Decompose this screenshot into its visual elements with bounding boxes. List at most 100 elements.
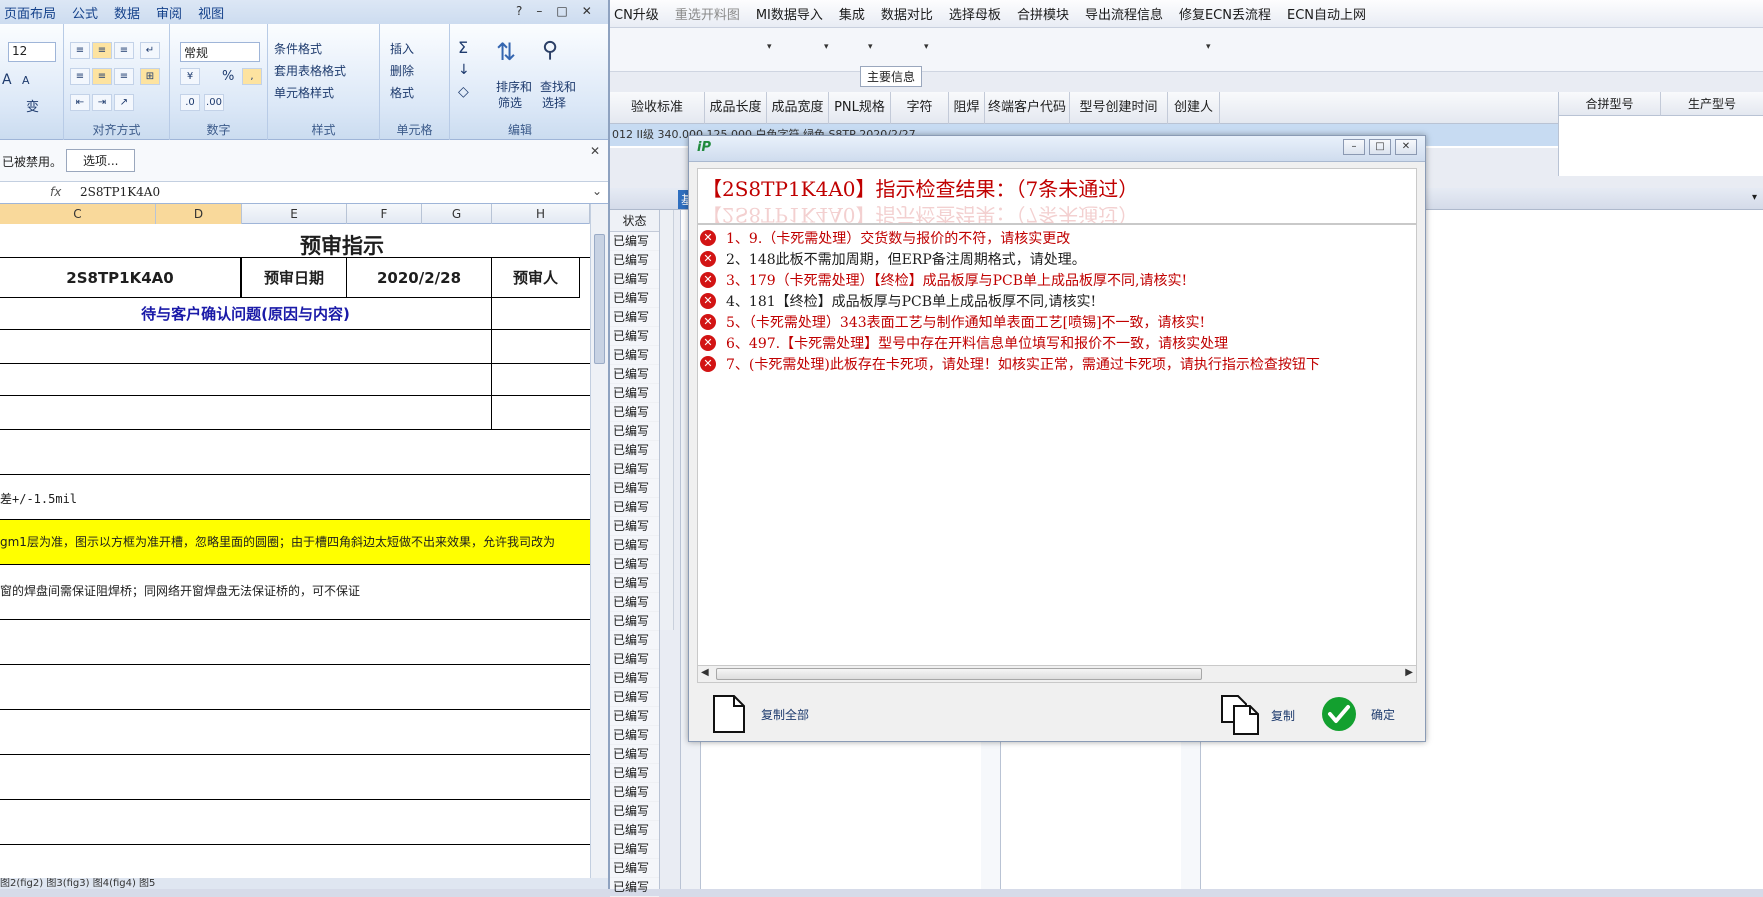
status-item[interactable]: 已编写: [610, 612, 659, 631]
grow-font-icon[interactable]: A: [2, 72, 12, 88]
increase-decimal-icon[interactable]: .0: [180, 94, 200, 111]
chevron-down-icon[interactable]: ▾: [824, 42, 829, 52]
column-header[interactable]: 阻焊: [949, 92, 985, 124]
column-header[interactable]: 型号创建时间: [1070, 92, 1168, 124]
font-size-select[interactable]: 12: [8, 42, 56, 62]
options-button[interactable]: 选项...: [66, 149, 136, 172]
fill-icon[interactable]: ↓: [458, 62, 470, 78]
tab-review[interactable]: 审阅: [156, 3, 182, 22]
menu-item-export-flow[interactable]: 导出流程信息: [1085, 4, 1163, 23]
column-header-d[interactable]: D: [156, 204, 242, 224]
column-header[interactable]: PNL规格: [829, 92, 891, 124]
status-item[interactable]: 已编写: [610, 821, 659, 840]
decrease-indent-icon[interactable]: ⇤: [70, 94, 90, 111]
minimize-icon[interactable]: –: [1343, 139, 1365, 155]
copy-all-button[interactable]: 复制全部: [711, 694, 809, 734]
clear-icon[interactable]: ◇: [458, 84, 469, 100]
restore-icon[interactable]: □: [556, 4, 567, 18]
sheet-tabs[interactable]: 图2(fig2) 图3(fig3) 图4(fig4) 图5: [0, 878, 608, 889]
column-header[interactable]: 验收标准: [610, 92, 705, 124]
column-header[interactable]: 终端客户代码: [985, 92, 1070, 124]
tab-data[interactable]: 数据: [114, 3, 140, 22]
align-top-icon[interactable]: ≡: [70, 42, 90, 59]
align-bottom-icon[interactable]: ≡: [114, 42, 134, 59]
copy-button[interactable]: 复制: [1219, 694, 1295, 736]
status-item[interactable]: 已编写: [610, 536, 659, 555]
status-item[interactable]: 已编写: [610, 498, 659, 517]
tab-formulas[interactable]: 公式: [72, 3, 98, 22]
column-header-g[interactable]: G: [422, 204, 492, 224]
status-item[interactable]: 已编写: [610, 479, 659, 498]
status-item[interactable]: 已编写: [610, 460, 659, 479]
chevron-down-icon[interactable]: ▾: [1206, 42, 1211, 52]
format-button[interactable]: 格式: [390, 84, 414, 101]
menu-item-ecn-upgrade[interactable]: CN升级: [614, 4, 659, 23]
scroll-thumb[interactable]: [594, 234, 605, 364]
status-item[interactable]: 已编写: [610, 707, 659, 726]
scroll-thumb[interactable]: [716, 668, 1202, 680]
result-list-item[interactable]: ✕ 2、148此板不需加周期，但ERP备注周期格式，请处理。: [700, 248, 1086, 269]
scroll-left-icon[interactable]: ◀: [701, 667, 709, 678]
status-item[interactable]: 已编写: [610, 422, 659, 441]
comma-style-icon[interactable]: ,: [242, 68, 262, 85]
status-item[interactable]: 已编写: [610, 270, 659, 289]
decrease-decimal-icon[interactable]: .00: [204, 94, 224, 111]
chevron-down-icon[interactable]: ▾: [1752, 192, 1757, 203]
model-cell[interactable]: 2S8TP1K4A0: [0, 258, 242, 298]
status-item[interactable]: 已编写: [610, 517, 659, 536]
status-header[interactable]: 状态: [610, 210, 659, 232]
horizontal-scrollbar[interactable]: ◀ ▶: [697, 665, 1417, 683]
merge-center-icon[interactable]: ⊞: [140, 68, 160, 85]
status-item[interactable]: 已编写: [610, 441, 659, 460]
align-right-icon[interactable]: ≡: [114, 68, 134, 85]
result-list[interactable]: ✕ 1、9.（卡死需处理）交货数与报价的不符，请核实更改 ✕ 2、148此板不需加周期…: [697, 224, 1417, 667]
menu-item-mi-import[interactable]: MI数据导入: [756, 4, 823, 23]
insert-button[interactable]: 插入: [390, 40, 414, 57]
menu-item-ecn-online[interactable]: ECN自动上网: [1287, 4, 1366, 23]
status-item[interactable]: 已编写: [610, 859, 659, 878]
find-select-label-1[interactable]: 查找和: [540, 78, 576, 95]
sort-filter-icon[interactable]: ⇅: [496, 38, 516, 66]
status-item[interactable]: 已编写: [610, 384, 659, 403]
status-item[interactable]: 已编写: [610, 878, 659, 897]
wrap-text-icon[interactable]: ↵: [140, 42, 160, 59]
find-select-label-2[interactable]: 选择: [542, 94, 566, 111]
result-list-item[interactable]: ✕ 6、497.【卡死需处理】型号中存在开料信息单位填写和报价不一致，请核实处理: [700, 332, 1228, 353]
formula-input[interactable]: 2S8TP1K4A0: [80, 185, 160, 199]
status-item[interactable]: 已编写: [610, 327, 659, 346]
status-item[interactable]: 已编写: [610, 289, 659, 308]
column-header-e[interactable]: E: [242, 204, 347, 224]
status-item[interactable]: 已编写: [610, 403, 659, 422]
status-item[interactable]: 已编写: [610, 783, 659, 802]
sort-filter-label-2[interactable]: 筛选: [498, 94, 522, 111]
delete-button[interactable]: 删除: [390, 62, 414, 79]
column-header[interactable]: 创建人: [1168, 92, 1220, 124]
status-item[interactable]: 已编写: [610, 745, 659, 764]
align-center-icon[interactable]: ≡: [92, 68, 112, 85]
align-left-icon[interactable]: ≡: [70, 68, 90, 85]
tab-view[interactable]: 视图: [198, 3, 224, 22]
status-item[interactable]: 已编写: [610, 631, 659, 650]
close-icon[interactable]: ✕: [582, 4, 592, 18]
column-header[interactable]: 合拼型号: [1559, 92, 1661, 116]
status-item[interactable]: 已编写: [610, 555, 659, 574]
column-header-h[interactable]: H: [492, 204, 590, 224]
sheet-vertical-scrollbar[interactable]: [590, 204, 608, 878]
menu-item-reselect-cutting[interactable]: 重选开料图: [675, 4, 740, 23]
column-header[interactable]: 成品长度: [705, 92, 767, 124]
phonetic-icon[interactable]: 变: [26, 96, 39, 115]
chevron-down-icon[interactable]: ▾: [924, 42, 929, 52]
cell[interactable]: [0, 396, 492, 430]
minimize-icon[interactable]: –: [536, 4, 542, 18]
currency-icon[interactable]: ¥: [180, 68, 200, 85]
column-header-f[interactable]: F: [347, 204, 422, 224]
menu-item-integration[interactable]: 集成: [839, 4, 865, 23]
status-item[interactable]: 已编写: [610, 251, 659, 270]
result-list-item[interactable]: ✕ 3、179（卡死需处理）【终检】成品板厚与PCB单上成品板厚不同,请核实!: [700, 269, 1187, 290]
menu-item-fix-ecn[interactable]: 修复ECN丢流程: [1179, 4, 1271, 23]
autosum-icon[interactable]: Σ: [458, 38, 468, 57]
cell-style-button[interactable]: 单元格样式: [274, 84, 334, 101]
chevron-down-icon[interactable]: ▾: [868, 42, 873, 52]
cell[interactable]: [0, 364, 492, 396]
increase-indent-icon[interactable]: ⇥: [92, 94, 112, 111]
